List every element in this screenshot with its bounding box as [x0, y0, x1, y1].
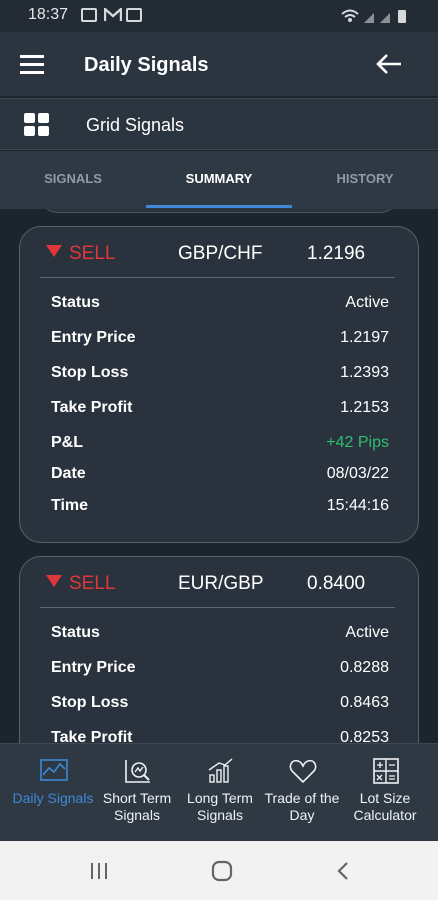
row-label: P&L	[51, 434, 83, 451]
nav-label: Daily Signals	[12, 790, 94, 806]
grid-signals-bar[interactable]: Grid Signals	[0, 98, 438, 150]
calculator-icon	[372, 758, 400, 784]
row-label: Time	[51, 497, 89, 514]
sell-arrow-icon	[46, 575, 62, 587]
heart-icon	[289, 758, 317, 784]
row-label: Take Profit	[51, 399, 133, 416]
current-price: 1.2196	[307, 243, 366, 264]
row-status: Status Active	[51, 624, 389, 648]
nav-lot-size-calculator[interactable]: Lot Size Calculator	[343, 744, 427, 842]
signal-battery-icon	[340, 8, 420, 24]
divider	[40, 277, 395, 278]
image-icon	[81, 8, 97, 22]
grid-signals-label: Grid Signals	[86, 115, 185, 135]
row-stop-loss: Stop Loss 1.2393	[51, 364, 389, 388]
status-bar: 18:37	[0, 0, 438, 32]
row-value: 08/03/22	[326, 465, 389, 482]
row-entry-price: Entry Price 0.8288	[51, 659, 389, 683]
nav-label: Trade of the Day	[264, 790, 340, 823]
chart-icon	[40, 758, 68, 784]
row-value: 1.2153	[340, 399, 389, 416]
nav-trade-of-the-day[interactable]: Trade of the Day	[260, 744, 344, 842]
nav-label: Long Term Signals	[187, 790, 253, 823]
signal-type: SELL	[69, 573, 116, 594]
nav-long-term-signals[interactable]: Long Term Signals	[178, 744, 262, 842]
home-icon[interactable]	[211, 860, 233, 882]
row-value: 0.8288	[340, 659, 389, 676]
row-date: Date 08/03/22	[51, 465, 389, 489]
row-value: +42 Pips	[326, 434, 389, 451]
row-status: Status Active	[51, 294, 389, 318]
recent-apps-icon[interactable]	[89, 862, 109, 880]
card-header: SELL GBP/CHF 1.2196	[20, 227, 418, 279]
status-time: 18:37	[28, 6, 69, 23]
active-tab-indicator	[146, 205, 292, 208]
app-icon	[126, 8, 142, 22]
row-time: Time 15:44:16	[51, 497, 389, 521]
row-pnl: P&L +42 Pips	[51, 434, 389, 458]
row-label: Status	[51, 624, 100, 641]
nav-label: Short Term Signals	[102, 790, 172, 823]
row-value: 15:44:16	[326, 497, 389, 514]
back-arrow-icon[interactable]	[375, 52, 403, 76]
row-take-profit: Take Profit 0.8253	[51, 729, 389, 743]
bar-growth-icon	[207, 758, 235, 784]
sell-arrow-icon	[46, 245, 62, 257]
row-value: 0.8253	[340, 729, 389, 743]
row-label: Status	[51, 294, 100, 311]
signal-list[interactable]: SELL GBP/CHF 1.2196 Status Active Entry …	[0, 209, 438, 743]
previous-card-edge	[38, 209, 400, 213]
row-stop-loss: Stop Loss 0.8463	[51, 694, 389, 718]
nav-label: Lot Size Calculator	[353, 790, 417, 823]
row-value: 0.8463	[340, 694, 389, 711]
tab-bar: SIGNALS SUMMARY HISTORY	[0, 151, 438, 209]
row-label: Stop Loss	[51, 364, 129, 381]
row-entry-price: Entry Price 1.2197	[51, 329, 389, 353]
nav-daily-signals[interactable]: Daily Signals	[11, 744, 95, 842]
nav-short-term-signals[interactable]: Short Term Signals	[95, 744, 179, 842]
tab-history[interactable]: HISTORY	[292, 171, 438, 186]
row-value: Active	[345, 624, 389, 641]
row-value: 1.2197	[340, 329, 389, 346]
system-navigation-bar	[0, 841, 438, 900]
card-header: SELL EUR/GBP 0.8400	[20, 557, 418, 609]
tab-summary[interactable]: SUMMARY	[146, 171, 292, 186]
grid-icon	[24, 113, 50, 137]
divider	[40, 607, 395, 608]
menu-icon[interactable]	[20, 54, 46, 76]
row-take-profit: Take Profit 1.2153	[51, 399, 389, 423]
row-value: Active	[345, 294, 389, 311]
bottom-navigation: Daily Signals Short Term Signals Long Te…	[0, 743, 438, 841]
row-label: Take Profit	[51, 729, 133, 743]
row-label: Date	[51, 465, 86, 482]
row-label: Entry Price	[51, 329, 136, 346]
row-label: Stop Loss	[51, 694, 129, 711]
signal-type: SELL	[69, 243, 116, 264]
tab-signals[interactable]: SIGNALS	[0, 171, 146, 186]
row-value: 1.2393	[340, 364, 389, 381]
signal-card[interactable]: SELL EUR/GBP 0.8400 Status Active Entry …	[19, 556, 419, 743]
signal-card[interactable]: SELL GBP/CHF 1.2196 Status Active Entry …	[19, 226, 419, 543]
magnifier-chart-icon	[124, 758, 152, 784]
app-bar: Daily Signals	[0, 32, 438, 96]
currency-pair: GBP/CHF	[178, 243, 263, 264]
row-label: Entry Price	[51, 659, 136, 676]
page-title: Daily Signals	[84, 54, 209, 76]
current-price: 0.8400	[307, 573, 366, 594]
back-icon[interactable]	[336, 861, 350, 881]
mail-icon	[103, 6, 123, 22]
currency-pair: EUR/GBP	[178, 573, 264, 594]
